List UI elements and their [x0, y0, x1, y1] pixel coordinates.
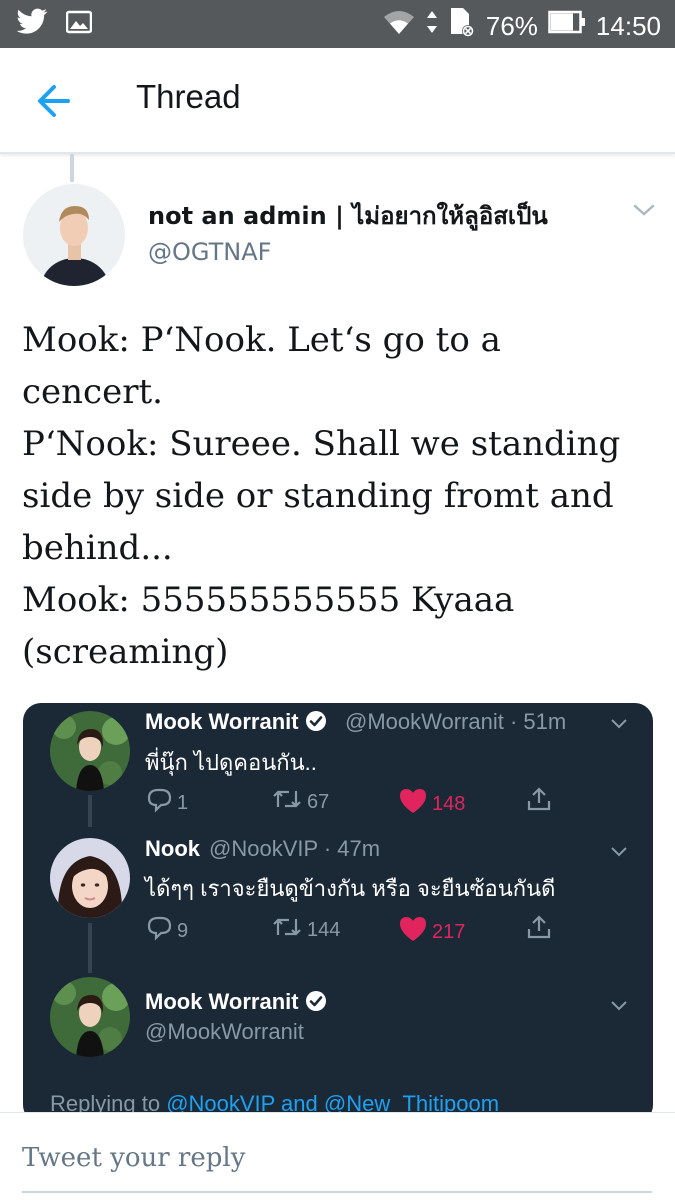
clock: 14:50 [595, 10, 661, 41]
reply-count-text: 1 [177, 791, 189, 814]
share-icon [525, 913, 553, 941]
author-handle[interactable]: @OGTNAF [148, 238, 271, 266]
reply-count-text: 9 [177, 919, 189, 942]
retweet-count: 144 [271, 915, 340, 945]
retweet-count-text: 144 [307, 918, 341, 941]
author-handle: @MookWorranit · 51m [345, 709, 567, 734]
data-transfer-icon [426, 9, 438, 42]
tweet-line: cencert. [22, 372, 163, 412]
heart-icon [398, 787, 428, 821]
sim-icon [448, 6, 476, 45]
like-count: 217 [398, 915, 465, 949]
avatar[interactable] [23, 184, 125, 286]
author-name-text: Mook Worranit [145, 709, 299, 734]
tweet-line: Mook: P‘Nook. Let‘s go to a [22, 320, 501, 360]
reply-count: 1 [145, 787, 188, 819]
avatar [50, 711, 130, 791]
author-handle: @MookWorranit [145, 1019, 304, 1044]
author-name-text: Mook Worranit [145, 989, 299, 1014]
image-icon [65, 10, 93, 38]
retweet-icon [271, 787, 303, 817]
author-handle: @NookVIP · 47m [209, 836, 381, 861]
author-name: Mook Worranit [145, 989, 327, 1018]
wifi-icon [382, 8, 416, 43]
reply-count: 9 [145, 915, 188, 947]
retweet-icon [271, 915, 303, 945]
verified-badge-icon [305, 990, 327, 1018]
like-count: 148 [398, 787, 465, 821]
tweet-line: behind... [22, 528, 173, 568]
arrow-left-icon [30, 85, 80, 128]
chevron-down-icon [609, 717, 629, 731]
heart-icon [398, 915, 428, 949]
twitter-icon [16, 8, 48, 40]
reply-icon [145, 787, 173, 819]
reply-input[interactable]: Tweet your reply [22, 1143, 245, 1173]
avatar [50, 977, 130, 1057]
page-title: Thread [136, 78, 241, 115]
author-name[interactable]: not an admin | ไม่อยากให้ลูอิสเป็น [148, 196, 548, 235]
status-bar: 76% 14:50 [0, 0, 675, 48]
thread-connector [88, 923, 92, 973]
reply-input-underline [22, 1191, 652, 1193]
chevron-down-icon [632, 203, 656, 222]
tweet-line: (screaming) [22, 632, 229, 672]
back-button[interactable] [30, 78, 80, 124]
tweet-line: Mook: 555555555555 Kyaaa [22, 580, 515, 620]
battery-icon [548, 10, 586, 41]
retweet-count: 67 [271, 787, 329, 817]
retweet-count-text: 67 [307, 790, 330, 813]
author-name: Mook Worranit [145, 709, 327, 738]
app-bar: Thread [0, 48, 675, 154]
attached-image[interactable]: Mook Worranit @MookWorranit · 51m พี่นุ๊… [23, 703, 653, 1123]
chevron-down-icon [609, 845, 629, 859]
thread-connector [70, 154, 74, 182]
share-icon [525, 785, 553, 813]
like-count-text: 217 [432, 920, 466, 943]
tweet-text: ได้ๆๆ เราจะยืนดูข้างกัน หรือ จะยืนซ้อนกั… [145, 876, 556, 901]
avatar [50, 838, 130, 918]
reply-bar: Tweet your reply [0, 1112, 675, 1200]
tweet-line: side by side or standing fromt and [22, 476, 614, 516]
tweet-menu-button[interactable] [632, 202, 656, 218]
reply-icon [145, 915, 173, 947]
chevron-down-icon [609, 999, 629, 1013]
like-count-text: 148 [432, 792, 466, 815]
verified-badge-icon [305, 710, 327, 738]
author-name: Nook [145, 836, 200, 861]
battery-percent: 76% [485, 10, 538, 41]
tweet-text: พี่นุ๊ก ไปดูคอนกัน.. [145, 750, 317, 775]
tweet-line: P‘Nook: Sureee. Shall we standing [22, 424, 621, 464]
thread-connector [88, 795, 92, 827]
tweet-text: Mook: P‘Nook. Let‘s go to a cencert. P‘N… [22, 314, 662, 678]
